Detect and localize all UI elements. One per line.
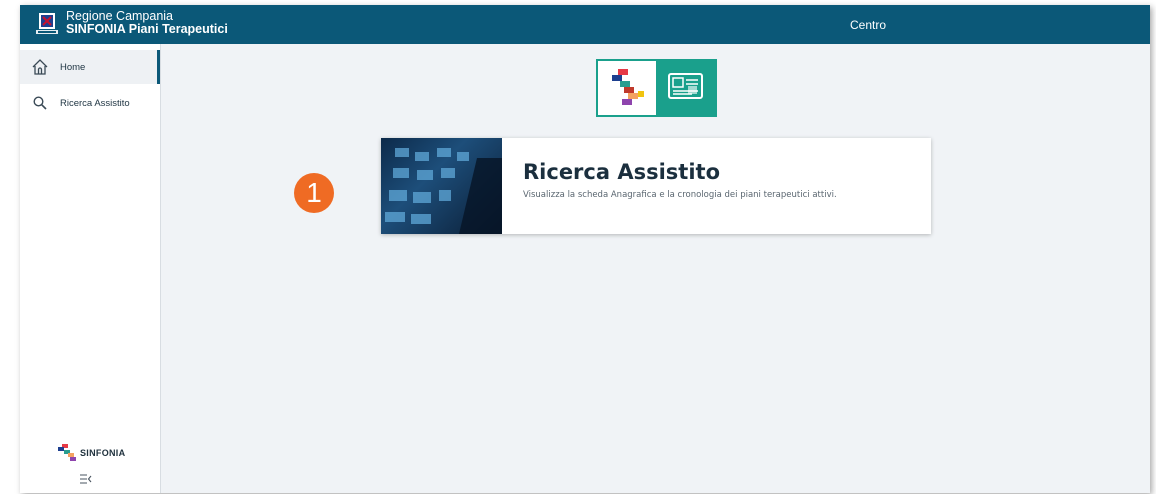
collapse-menu-icon[interactable] <box>80 474 92 487</box>
top-bar: Regione Campania SINFONIA Piani Terapeut… <box>20 5 1150 44</box>
brand-line2: SINFONIA Piani Terapeutici <box>66 22 228 36</box>
app-window: Regione Campania SINFONIA Piani Terapeut… <box>20 5 1150 493</box>
document-panel <box>656 61 715 115</box>
ricerca-assistito-card[interactable]: Ricerca Assistito Visualizza la scheda A… <box>381 138 931 234</box>
step-number-badge: 1 <box>294 173 334 213</box>
sinfonia-logo-text: SINFONIA <box>80 448 126 458</box>
home-icon <box>30 57 50 77</box>
sidebar-item-ricerca-assistito[interactable]: Ricerca Assistito <box>20 86 160 120</box>
sidebar: Home Ricerca Assistito SINFONIA <box>20 44 161 493</box>
sinfonia-logo: SINFONIA <box>56 444 125 462</box>
card-image <box>381 138 502 234</box>
sidebar-item-label: Ricerca Assistito <box>60 97 130 109</box>
centro-label: Centro <box>850 18 887 32</box>
sidebar-item-label: Home <box>60 61 86 73</box>
sinfonia-mark-icon <box>612 69 644 105</box>
brand-title[interactable]: Regione Campania SINFONIA Piani Terapeut… <box>66 10 228 36</box>
search-icon <box>30 93 50 113</box>
sinfonia-hero-logo <box>596 59 717 117</box>
patient-record-icon <box>668 73 703 99</box>
card-description: Visualizza la scheda Anagrafica e la cro… <box>523 190 837 200</box>
regione-campania-logo <box>36 13 58 34</box>
sidebar-item-home[interactable]: Home <box>20 50 160 84</box>
sinfonia-logo-icon <box>58 444 76 461</box>
card-title: Ricerca Assistito <box>523 160 720 184</box>
